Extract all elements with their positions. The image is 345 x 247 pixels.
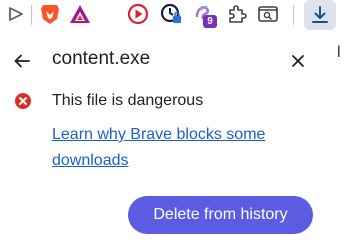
download-panel: content.exe This file is dangerous Learn… [0,36,330,247]
panel-title: content.exe [52,48,151,69]
danger-icon [14,92,32,110]
back-arrow-icon[interactable] [13,52,31,70]
close-icon[interactable] [290,53,306,69]
puzzle-icon[interactable] [225,2,249,26]
brave-rewards-icon[interactable] [68,2,92,26]
cast-icon[interactable] [4,2,28,26]
reader-icon[interactable] [256,2,280,26]
toolbar-divider [293,5,294,25]
learn-more-link[interactable]: Learn why Brave blocks some downloads [52,122,302,174]
download-icon [312,6,328,23]
download-button[interactable] [304,0,336,30]
toolbar-divider [31,5,32,25]
delete-from-history-button[interactable]: Delete from history [128,196,313,234]
browser-toolbar: 9 [0,0,345,32]
extension-badge: 9 [203,15,217,28]
brave-shields-icon[interactable] [38,2,62,26]
danger-message: This file is dangerous [52,92,204,109]
page-overflow-text: l [337,44,341,61]
media-icon[interactable] [126,2,150,26]
vpn-icon[interactable] [159,2,183,26]
